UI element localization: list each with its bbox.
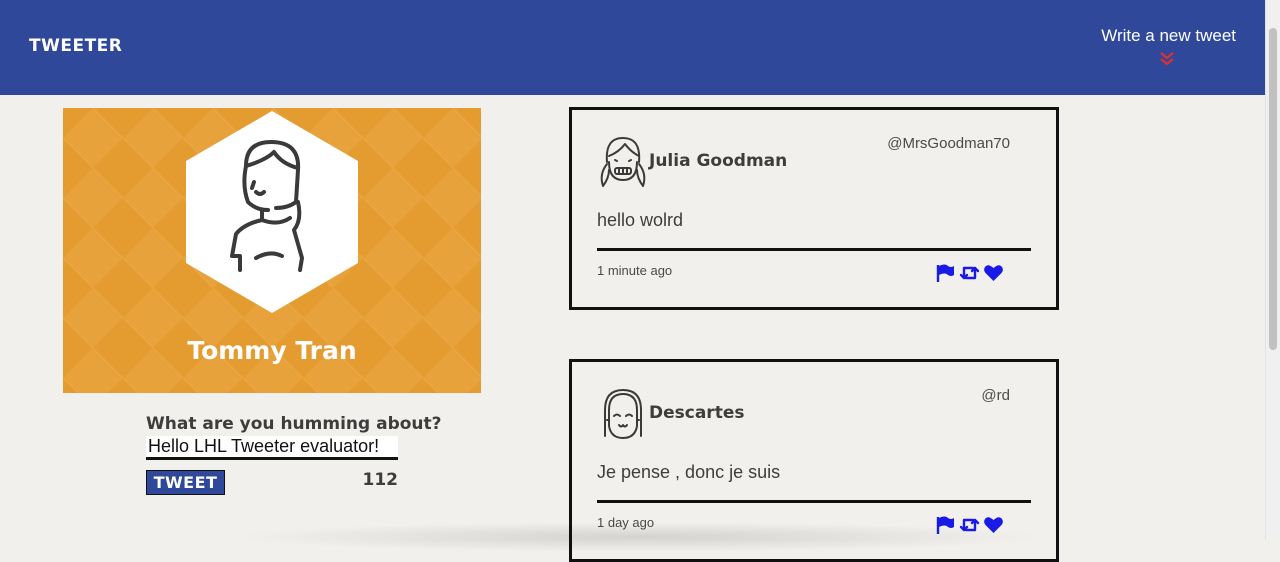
- tweet-author-handle[interactable]: @rd: [981, 387, 1010, 404]
- girl-avatar-icon: [600, 137, 646, 187]
- flag-icon[interactable]: [935, 263, 956, 283]
- write-new-tweet-link[interactable]: Write a new tweet: [1101, 26, 1236, 46]
- tweet-timestamp: 1 minute ago: [597, 263, 673, 278]
- page-scrollbar[interactable]: [1265, 0, 1280, 540]
- tweet-text-input[interactable]: [146, 436, 398, 460]
- profile-name: Tommy Tran: [187, 336, 357, 365]
- heart-icon[interactable]: [983, 263, 1004, 283]
- profile-header: Tommy Tran: [63, 108, 481, 393]
- tweet-submit-button[interactable]: TWEET: [146, 470, 225, 495]
- compose-label: What are you humming about?: [146, 414, 442, 434]
- tweet-author-name[interactable]: Descartes: [649, 403, 744, 423]
- tweet-author-handle[interactable]: @MrsGoodman70: [887, 135, 1010, 152]
- footer-shadow: [230, 522, 1050, 552]
- tweet-body: Je pense , donc je suis: [597, 462, 781, 482]
- double-chevron-down-icon[interactable]: [1158, 50, 1176, 68]
- tweet-actions: [935, 263, 1004, 283]
- brand-logo[interactable]: TWEETER: [29, 36, 122, 56]
- tweet-card: Julia Goodman @MrsGoodman70 hello wolrd …: [569, 107, 1059, 310]
- compose-tweet-form: What are you humming about? TWEET 112: [146, 414, 442, 495]
- character-counter: 112: [362, 470, 399, 490]
- tweet-divider: [597, 500, 1031, 503]
- bob-haircut-avatar-icon: [604, 389, 642, 439]
- tweet-divider: [597, 248, 1031, 251]
- scrollbar-thumb[interactable]: [1269, 28, 1277, 350]
- retweet-icon[interactable]: [959, 263, 980, 283]
- tweet-author-name[interactable]: Julia Goodman: [649, 151, 787, 171]
- tweet-body: hello wolrd: [597, 210, 684, 230]
- top-navbar: TWEETER Write a new tweet: [0, 0, 1265, 95]
- user-avatar-icon: [230, 140, 304, 272]
